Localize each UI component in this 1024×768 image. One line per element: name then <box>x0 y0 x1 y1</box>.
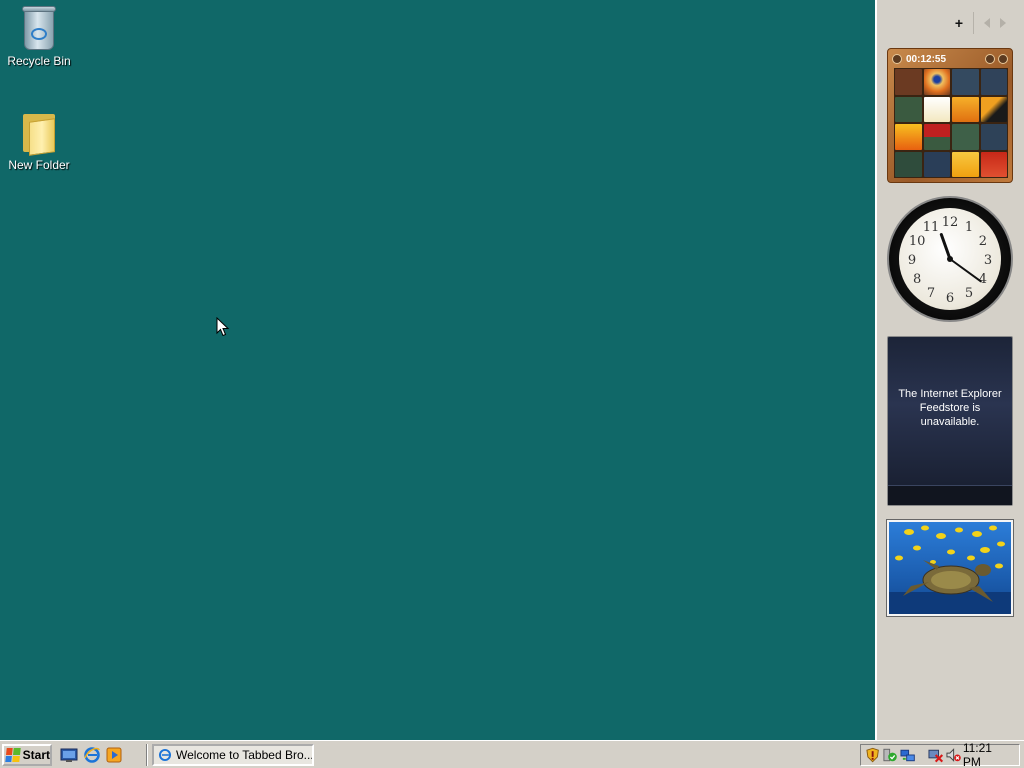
puzzle-tile[interactable] <box>895 124 922 150</box>
puzzle-tile[interactable] <box>895 151 922 177</box>
puzzle-tile[interactable] <box>980 69 1007 95</box>
system-tray: 11:21 PM <box>860 741 1020 768</box>
clock-numeral: 5 <box>965 286 973 301</box>
help-icon[interactable] <box>985 54 995 64</box>
add-gadget-button[interactable]: + <box>955 15 963 31</box>
volume-muted-icon[interactable] <box>945 747 961 763</box>
slide-show-gadget[interactable] <box>887 520 1013 616</box>
puzzle-tile[interactable] <box>952 69 979 95</box>
windows-sidebar: + 00:12:55 12 1 2 3 4 5 6 7 8 9 10 11 Th… <box>875 0 1024 740</box>
sidebar-controls: + <box>955 12 1006 34</box>
clock-center <box>947 256 953 262</box>
puzzle-tile[interactable] <box>923 151 950 177</box>
media-player-icon[interactable] <box>105 746 123 764</box>
desktop-icon-label: New Folder <box>8 158 70 172</box>
security-center-icon[interactable] <box>882 747 898 763</box>
next-page-icon[interactable] <box>1000 18 1006 28</box>
puzzle-tile[interactable] <box>952 151 979 177</box>
start-button[interactable]: Start <box>2 744 52 766</box>
clock-gadget[interactable]: 12 1 2 3 4 5 6 7 8 9 10 11 <box>887 196 1013 322</box>
taskbar-window-title: Welcome to Tabbed Bro... <box>176 748 314 762</box>
network-icon[interactable] <box>900 747 915 763</box>
puzzle-tile[interactable] <box>895 69 922 95</box>
folder-icon <box>19 108 59 156</box>
start-label: Start <box>22 748 50 762</box>
taskbar-clock[interactable]: 11:21 PM <box>963 741 1011 768</box>
feed-unavailable-message: The Internet Explorer Feedstore is unava… <box>898 388 1002 428</box>
puzzle-grid <box>894 68 1008 178</box>
new-folder-shortcut[interactable]: New Folder <box>0 108 78 172</box>
puzzle-tile[interactable] <box>923 96 950 122</box>
puzzle-tile[interactable] <box>895 96 922 122</box>
clock-numeral: 7 <box>927 286 935 301</box>
puzzle-tile[interactable] <box>952 124 979 150</box>
clock-numeral: 8 <box>913 272 921 287</box>
clock-numeral: 3 <box>984 253 992 268</box>
feed-headlines-gadget[interactable]: The Internet Explorer Feedstore is unava… <box>887 336 1013 506</box>
previous-page-icon[interactable] <box>984 18 990 28</box>
clock-numeral: 1 <box>965 220 973 235</box>
clock-numeral: 12 <box>942 215 959 230</box>
clock-numeral: 2 <box>979 234 987 249</box>
puzzle-tile[interactable] <box>980 124 1007 150</box>
clock-minute-hand <box>949 258 982 283</box>
puzzle-tile[interactable] <box>980 96 1007 122</box>
mouse-cursor-icon <box>216 317 230 337</box>
show-desktop-icon[interactable] <box>60 746 78 764</box>
clock-hour-hand <box>939 232 952 261</box>
picture-puzzle-gadget[interactable]: 00:12:55 <box>887 48 1013 183</box>
puzzle-tile[interactable] <box>980 151 1007 177</box>
sea-turtle-image <box>889 525 1011 614</box>
internet-explorer-icon <box>158 748 172 762</box>
taskbar-window-button[interactable]: Welcome to Tabbed Bro... <box>152 744 314 766</box>
clock-numeral: 9 <box>908 253 916 268</box>
clock-numeral: 10 <box>909 234 926 249</box>
clock-dial: 12 12 3 45678 9 1011 <box>908 215 992 306</box>
timer-icon <box>892 54 902 64</box>
puzzle-tile[interactable] <box>923 69 950 95</box>
puzzle-tile[interactable] <box>923 124 950 150</box>
clock-numeral: 11 <box>923 220 940 235</box>
puzzle-timer: 00:12:55 <box>906 53 947 65</box>
clock-numeral: 6 <box>946 291 954 306</box>
feed-footer <box>888 485 1012 505</box>
windows-logo-icon <box>5 748 21 762</box>
internet-explorer-icon[interactable] <box>83 746 101 764</box>
shuffle-icon[interactable] <box>998 54 1008 64</box>
network-disconnected-icon[interactable] <box>928 747 944 763</box>
recycle-bin-icon <box>19 4 59 50</box>
recycle-bin-shortcut[interactable]: Recycle Bin <box>0 4 78 68</box>
taskbar: Start Welcome to Tabbed Bro... 11:21 PM <box>0 740 1024 768</box>
clock-numeral: 4 <box>979 272 987 287</box>
shield-icon[interactable] <box>865 747 880 763</box>
puzzle-tile[interactable] <box>952 96 979 122</box>
desktop-icon-label: Recycle Bin <box>7 54 71 68</box>
desktop[interactable]: Recycle Bin New Folder <box>0 0 875 740</box>
